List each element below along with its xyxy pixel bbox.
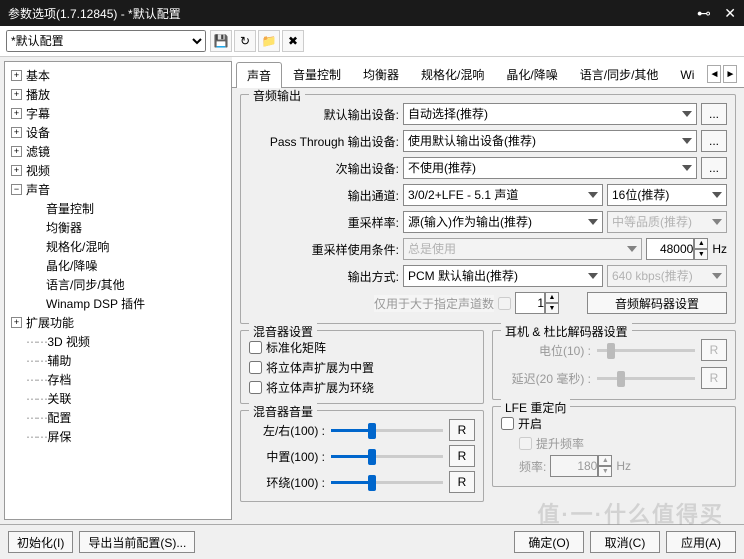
profile-select[interactable]: *默认配置 bbox=[6, 30, 206, 52]
expand-icon[interactable]: + bbox=[11, 70, 22, 81]
lfe-boost-check: 提升频率 bbox=[501, 435, 727, 452]
tab[interactable]: 音量控制 bbox=[282, 61, 352, 87]
expand-icon[interactable]: + bbox=[11, 146, 22, 157]
tree-item[interactable]: −声音 bbox=[7, 180, 229, 199]
tree-item[interactable]: 关联 bbox=[7, 389, 229, 408]
titlebar: 参数选项(1.7.12845) - *默认配置 ⊷ ✕ bbox=[0, 0, 744, 26]
expand-icon[interactable]: + bbox=[11, 317, 22, 328]
tree-item[interactable]: 3D 视频 bbox=[7, 332, 229, 351]
mixer-volume-group: 混音器音量 左/右(100) : R 中置(100) : R 环绕(100) :… bbox=[240, 410, 484, 502]
tree-item[interactable]: +播放 bbox=[7, 85, 229, 104]
delay-slider bbox=[597, 369, 695, 387]
resample-select[interactable]: 源(输入)作为输出(推荐) bbox=[403, 211, 603, 233]
surround-slider[interactable] bbox=[331, 473, 443, 491]
window-controls: ⊷ ✕ bbox=[687, 5, 736, 22]
tree-item[interactable]: 屏保 bbox=[7, 427, 229, 446]
default-device-select[interactable]: 自动选择(推荐) bbox=[403, 103, 697, 125]
close-icon[interactable]: ✕ bbox=[724, 5, 736, 21]
tree-item[interactable]: 音量控制 bbox=[7, 199, 229, 218]
secondary-more[interactable]: ... bbox=[701, 157, 727, 179]
tree-item[interactable]: 存档 bbox=[7, 370, 229, 389]
headphone-group: 耳机 & 杜比解码器设置 电位(10) : R 延迟(20 毫秒) : R bbox=[492, 330, 736, 400]
window-title: 参数选项(1.7.12845) - *默认配置 bbox=[8, 5, 181, 22]
tree-item[interactable]: +设备 bbox=[7, 123, 229, 142]
tree-item[interactable]: +视频 bbox=[7, 161, 229, 180]
passthrough-more[interactable]: ... bbox=[701, 130, 727, 152]
export-button[interactable]: 导出当前配置(S)... bbox=[79, 531, 195, 553]
expand-surround-check[interactable]: 将立体声扩展为环绕 bbox=[249, 379, 475, 396]
cancel-button[interactable]: 取消(C) bbox=[590, 531, 660, 553]
expand-icon[interactable]: + bbox=[11, 108, 22, 119]
audio-output-group: 音频输出 默认输出设备: 自动选择(推荐) ... Pass Through 输… bbox=[240, 94, 736, 324]
resample-cond-select: 总是使用 bbox=[403, 238, 642, 260]
lfe-enable-check[interactable]: 开启 bbox=[501, 415, 727, 432]
channel-select[interactable]: 3/0/2+LFE - 5.1 声道 bbox=[403, 184, 603, 206]
bitrate-select: 640 kbps(推荐) bbox=[607, 265, 727, 287]
limit-spin[interactable]: ▲▼ bbox=[515, 292, 559, 314]
tab[interactable]: 声音 bbox=[236, 62, 282, 88]
tree-item[interactable]: +字幕 bbox=[7, 104, 229, 123]
tree-item[interactable]: 辅助 bbox=[7, 351, 229, 370]
bitdepth-select[interactable]: 16位(推荐) bbox=[607, 184, 727, 206]
tab[interactable]: 均衡器 bbox=[352, 61, 410, 87]
potential-reset: R bbox=[701, 339, 727, 361]
center-reset[interactable]: R bbox=[449, 445, 475, 467]
secondary-select[interactable]: 不使用(推荐) bbox=[403, 157, 697, 179]
tree-item[interactable]: 配置 bbox=[7, 408, 229, 427]
mixer-group: 混音器设置 标准化矩阵 将立体声扩展为中置 将立体声扩展为环绕 bbox=[240, 330, 484, 404]
init-button[interactable]: 初始化(I) bbox=[8, 531, 73, 553]
tree-item[interactable]: 均衡器 bbox=[7, 218, 229, 237]
tab[interactable]: 晶化/降噪 bbox=[495, 61, 568, 87]
expand-icon[interactable]: + bbox=[11, 89, 22, 100]
tree-item[interactable]: +基本 bbox=[7, 66, 229, 85]
resample-quality-select: 中等品质(推荐) bbox=[607, 211, 727, 233]
delete-icon[interactable]: ✖ bbox=[282, 30, 304, 52]
output-mode-select[interactable]: PCM 默认输出(推荐) bbox=[403, 265, 603, 287]
delay-reset: R bbox=[701, 367, 727, 389]
save-icon[interactable]: 💾 bbox=[210, 30, 232, 52]
pin-icon[interactable]: ⊷ bbox=[697, 5, 711, 21]
freq-spin: ▲▼ bbox=[550, 455, 612, 477]
expand-icon[interactable]: + bbox=[11, 127, 22, 138]
center-slider[interactable] bbox=[331, 447, 443, 465]
tab[interactable]: 语言/同步/其他 bbox=[569, 61, 670, 87]
resample-hz-spin[interactable]: ▲▼ bbox=[646, 238, 708, 260]
content-panel: 音频输出 默认输出设备: 自动选择(推荐) ... Pass Through 输… bbox=[232, 88, 744, 524]
tree-item[interactable]: +滤镜 bbox=[7, 142, 229, 161]
apply-button[interactable]: 应用(A) bbox=[666, 531, 736, 553]
passthrough-select[interactable]: 使用默认输出设备(推荐) bbox=[403, 130, 697, 152]
lfe-group: LFE 重定向 开启 提升频率 频率: ▲▼ Hz bbox=[492, 406, 736, 487]
toolbar: *默认配置 💾 ↻ 📁 ✖ bbox=[0, 26, 744, 57]
tree-item[interactable]: 规格化/混响 bbox=[7, 237, 229, 256]
decoder-settings-button[interactable]: 音频解码器设置 bbox=[587, 292, 727, 314]
ok-button[interactable]: 确定(O) bbox=[514, 531, 584, 553]
tree-item[interactable]: +扩展功能 bbox=[7, 313, 229, 332]
limit-check bbox=[498, 297, 511, 310]
tree-item[interactable]: 语言/同步/其他 bbox=[7, 275, 229, 294]
lr-slider[interactable] bbox=[331, 421, 443, 439]
tree-item[interactable]: Winamp DSP 插件 bbox=[7, 294, 229, 313]
potential-slider bbox=[597, 341, 695, 359]
refresh-icon[interactable]: ↻ bbox=[234, 30, 256, 52]
normalize-check[interactable]: 标准化矩阵 bbox=[249, 339, 475, 356]
folder-icon[interactable]: 📁 bbox=[258, 30, 280, 52]
collapse-icon[interactable]: − bbox=[11, 184, 22, 195]
default-device-more[interactable]: ... bbox=[701, 103, 727, 125]
tab[interactable]: 规格化/混响 bbox=[410, 61, 495, 87]
expand-center-check[interactable]: 将立体声扩展为中置 bbox=[249, 359, 475, 376]
tab[interactable]: Wi bbox=[669, 63, 705, 86]
tree-item[interactable]: 晶化/降噪 bbox=[7, 256, 229, 275]
surround-reset[interactable]: R bbox=[449, 471, 475, 493]
expand-icon[interactable]: + bbox=[11, 165, 22, 176]
lr-reset[interactable]: R bbox=[449, 419, 475, 441]
footer: 初始化(I) 导出当前配置(S)... 确定(O) 取消(C) 应用(A) bbox=[0, 524, 744, 559]
tab-scroll-icon[interactable]: ◄ bbox=[707, 65, 721, 83]
tree-nav[interactable]: +基本+播放+字幕+设备+滤镜+视频−声音音量控制均衡器规格化/混响晶化/降噪语… bbox=[4, 61, 232, 520]
tabs: 声音音量控制均衡器规格化/混响晶化/降噪语言/同步/其他Wi◄► bbox=[232, 57, 744, 88]
tab-scroll-icon[interactable]: ► bbox=[723, 65, 737, 83]
